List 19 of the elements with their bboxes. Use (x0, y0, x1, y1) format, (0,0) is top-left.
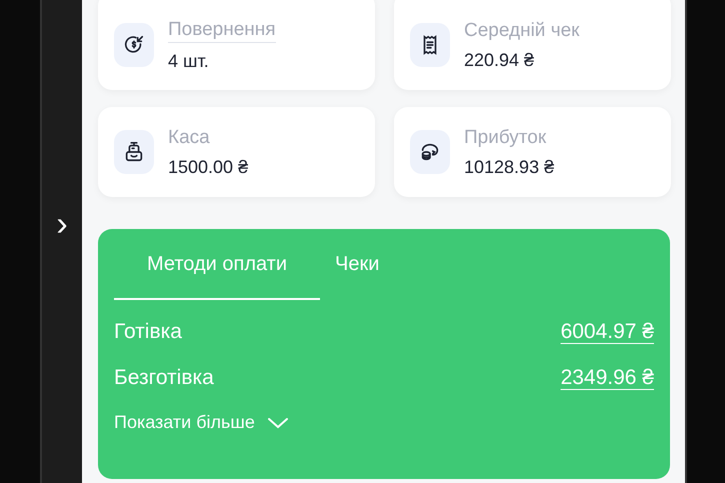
coins-icon (419, 141, 441, 163)
payment-method: Безготівка (114, 366, 214, 390)
tab[interactable]: Чеки (320, 243, 394, 300)
side-handle[interactable]: › (50, 206, 74, 240)
stat-value: 220.94 ₴ (464, 50, 536, 70)
stat-value: 1500.00 ₴ (168, 156, 248, 178)
cash-register-icon (123, 141, 145, 163)
show-more-button[interactable]: Показати більше (114, 412, 289, 433)
payment-amount-link[interactable]: 2349.96 ₴ (560, 366, 654, 390)
payment-method: Готівка (114, 320, 182, 344)
stat-label: Середній чек (464, 20, 580, 42)
stat-label: Прибуток (464, 126, 548, 148)
tab[interactable]: Методи оплати (114, 243, 320, 300)
stat-value: 4 шт. (168, 50, 210, 72)
stat-label[interactable]: Повернення (168, 18, 276, 42)
payment-amount-link[interactable]: 6004.97 ₴ (560, 320, 654, 344)
stat-label: Каса (168, 126, 211, 148)
stat-value: 10128.93 ₴ (464, 156, 554, 178)
chevron-down-icon (266, 416, 289, 428)
